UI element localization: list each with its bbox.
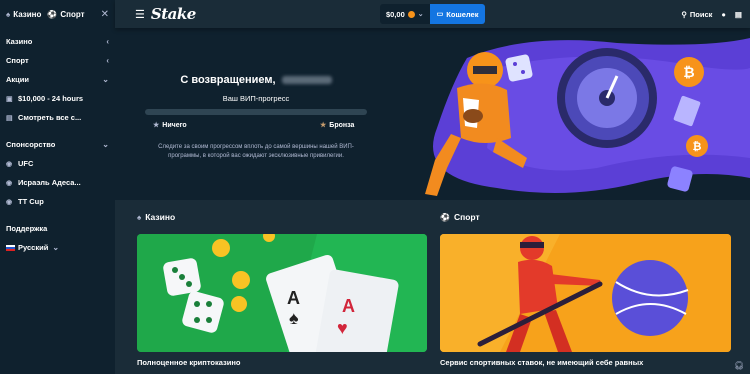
- svg-text:A: A: [342, 296, 355, 316]
- wallet-button[interactable]: ▭ Кошелек: [429, 4, 486, 24]
- sidebar-item-casino[interactable]: Казино ‹: [0, 32, 115, 51]
- vip-progress-bar: [145, 109, 367, 115]
- wallet-button-label: Кошелек: [446, 9, 479, 19]
- welcome-text: С возвращением,: [180, 74, 276, 86]
- vip-level-current-label: Ничего: [162, 121, 187, 129]
- chevron-down-icon: ⌄: [102, 75, 109, 84]
- headset-icon[interactable]: 🎧︎: [734, 361, 744, 370]
- chevron-left-icon: ‹: [106, 56, 109, 65]
- notifications-icon[interactable]: ▤: [735, 10, 742, 19]
- balance-value: $0,00: [386, 9, 405, 19]
- sidebar-item-ufc[interactable]: ◉ UFC: [0, 154, 115, 173]
- welcome-heading: С возвращением,: [145, 74, 367, 86]
- section-title-casino: ♠ Казино: [137, 212, 175, 222]
- user-icon[interactable]: ●: [721, 10, 726, 19]
- sidebar-item-promo-race[interactable]: ▣ $10,000 - 24 hours: [0, 89, 115, 108]
- section-title-casino-label: Казино: [145, 212, 176, 222]
- casino-card[interactable]: A ♠ A ♥: [137, 234, 427, 352]
- search-button[interactable]: ⚲ Поиск: [681, 10, 712, 19]
- sidebar-item-label: Смотреть все с...: [18, 113, 82, 122]
- star-icon: ★: [320, 122, 327, 129]
- vip-description: Следите за своим прогрессом вплоть до са…: [158, 144, 354, 159]
- sidebar-item-label: Акции: [6, 75, 30, 84]
- sport-icon: ⚽: [440, 212, 450, 222]
- wallet: $0,00 ⌄ ▭ Кошелек: [380, 4, 486, 24]
- sidebar-item-sport[interactable]: Спорт ‹: [0, 51, 115, 70]
- sponsor-icon: ◉: [6, 179, 13, 187]
- table-tennis-icon: ◉: [6, 198, 13, 206]
- sidebar-item-label: Спонсорство: [6, 140, 56, 149]
- sidebar-item-label: Исраэль Адеса...: [18, 178, 81, 187]
- svg-text:♥: ♥: [337, 318, 348, 338]
- sidebar-item-label: Поддержка: [6, 224, 48, 233]
- promo-icon: ▤: [6, 114, 13, 122]
- vip-hero-banner: ₿ ₿ С возвращением, Ваш ВИП-прогресс ★ Н…: [115, 28, 750, 200]
- casino-icon: ♠: [6, 9, 11, 19]
- sidebar-item-view-all[interactable]: ▤ Смотреть все с...: [0, 108, 115, 127]
- chevron-down-icon: ⌄: [102, 140, 109, 149]
- language-label: Русский: [18, 243, 49, 252]
- balance-selector[interactable]: $0,00 ⌄: [380, 4, 430, 24]
- sidebar: ♠ Казино ⚽ Спорт ✕ Казино ‹ Спорт ‹ Акци…: [0, 0, 115, 374]
- stake-logo[interactable]: Stake: [151, 5, 196, 23]
- sport-card-illustration: [440, 234, 731, 352]
- svg-text:A: A: [287, 288, 300, 308]
- casino-card-illustration: A ♠ A ♥: [137, 234, 427, 352]
- vip-progress-title: Ваш ВИП-прогресс: [222, 94, 290, 103]
- bitcoin-icon: [407, 10, 415, 18]
- svg-text:♠: ♠: [289, 308, 299, 328]
- tab-casino[interactable]: ♠ Казино: [6, 10, 41, 19]
- sidebar-item-label: TT Cup: [18, 197, 44, 206]
- tab-sport[interactable]: ⚽ Спорт: [47, 10, 84, 19]
- chevron-left-icon: ‹: [106, 37, 109, 46]
- hero-illustration: ₿ ₿: [425, 38, 750, 196]
- russia-flag-icon: [6, 244, 15, 251]
- search-label: Поиск: [689, 9, 713, 19]
- menu-icon[interactable]: ☰: [135, 8, 145, 21]
- sport-icon: ⚽: [47, 9, 58, 19]
- wallet-icon: ▭: [436, 11, 444, 18]
- svg-text:₿: ₿: [683, 64, 694, 80]
- close-icon[interactable]: ✕: [101, 9, 109, 20]
- sidebar-item-label: Казино: [6, 37, 33, 46]
- sidebar-tabs: ♠ Казино ⚽ Спорт ✕: [0, 0, 115, 28]
- sport-card[interactable]: [440, 234, 731, 352]
- sidebar-item-label: $10,000 - 24 hours: [18, 94, 84, 103]
- svg-text:₿: ₿: [693, 141, 702, 153]
- sidebar-item-sponsorship[interactable]: Спонсорство ⌄: [0, 135, 115, 154]
- top-header: ☰ Stake $0,00 ⌄ ▭ Кошелек ⚲ Поиск ● ▤: [115, 0, 750, 28]
- chevron-down-icon: ⌄: [417, 11, 424, 18]
- casino-icon: ♠: [137, 212, 142, 222]
- ufc-icon: ◉: [6, 160, 13, 168]
- sidebar-item-label: Спорт: [6, 56, 29, 65]
- sidebar-item-support[interactable]: Поддержка: [0, 219, 115, 238]
- vip-level-next: ★ Бронза: [320, 121, 355, 130]
- section-title-sport: ⚽ Спорт: [440, 212, 480, 222]
- search-icon: ⚲: [681, 9, 687, 19]
- language-selector[interactable]: Русский ⌄: [0, 238, 115, 257]
- sidebar-item-ttcup[interactable]: ◉ TT Cup: [0, 192, 115, 211]
- sidebar-item-promotions[interactable]: Акции ⌄: [0, 70, 115, 89]
- sport-card-caption: Сервис спортивных ставок, не имеющий себ…: [440, 358, 644, 367]
- sidebar-item-adesanya[interactable]: ◉ Исраэль Адеса...: [0, 173, 115, 192]
- tab-casino-label: Казино: [13, 9, 42, 19]
- vip-level-current: ★ Ничего: [153, 121, 187, 130]
- tab-sport-label: Спорт: [60, 9, 85, 19]
- section-title-sport-label: Спорт: [453, 212, 480, 222]
- username-redacted: [281, 76, 332, 85]
- chevron-down-icon: ⌄: [52, 243, 60, 252]
- sidebar-item-label: UFC: [18, 159, 34, 168]
- casino-card-caption: Полноценное криптоказино: [137, 358, 241, 367]
- star-icon: ★: [153, 122, 160, 129]
- vip-level-next-label: Бронза: [329, 121, 355, 129]
- gift-icon: ▣: [6, 95, 13, 103]
